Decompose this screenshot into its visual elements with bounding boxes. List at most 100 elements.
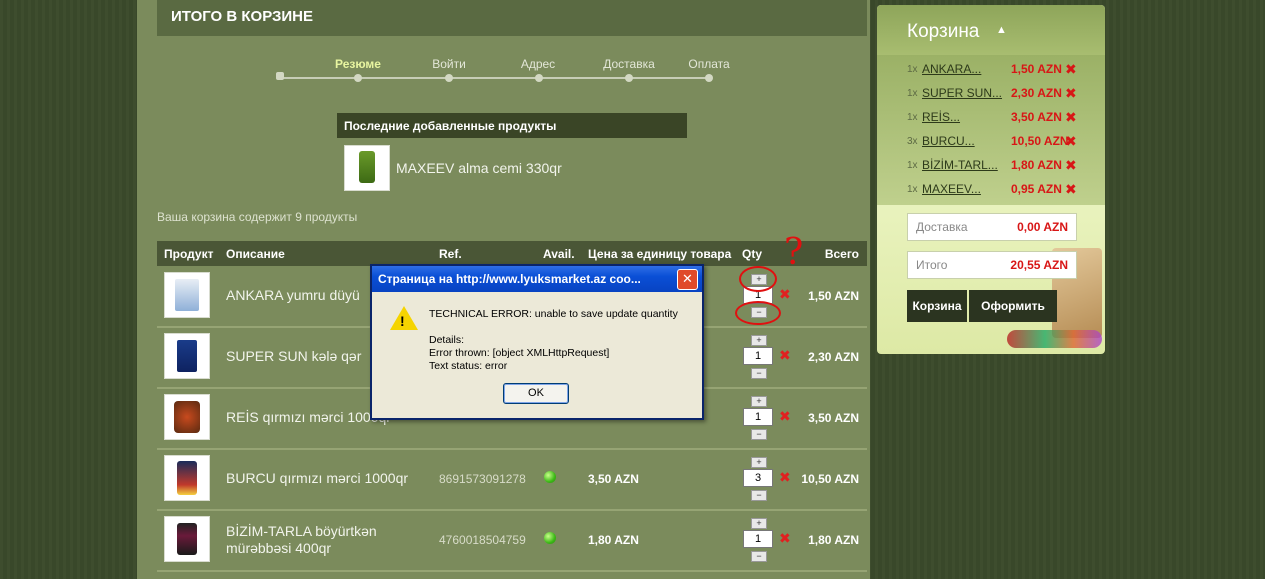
availability-icon	[544, 532, 556, 544]
side-item-link[interactable]: ANKARA...	[922, 62, 981, 76]
product-ref: 4760018504759	[439, 533, 526, 547]
product-thumbnail[interactable]	[164, 516, 210, 562]
product-thumbnail[interactable]	[164, 272, 210, 318]
table-row: BURCU qırmızı mərci 1000qr 8691573091278…	[157, 449, 867, 511]
row-total: 2,30 AZN	[808, 350, 859, 364]
delete-icon[interactable]: ✖	[779, 469, 791, 486]
col-product: Продукт	[164, 247, 214, 261]
side-item-qty: 1x	[907, 112, 918, 123]
delete-icon[interactable]: ✖	[779, 286, 791, 303]
step-dot-payment	[705, 74, 713, 82]
qty-input[interactable]: 1	[743, 530, 773, 548]
row-total: 1,80 AZN	[808, 533, 859, 547]
product-ref: 8691573091278	[439, 472, 526, 486]
side-item-qty: 1x	[907, 160, 918, 171]
side-item-qty: 1x	[907, 64, 918, 75]
total-summary: Итого 20,55 AZN	[907, 251, 1077, 279]
annotation-circle-plus	[739, 266, 777, 292]
step-login[interactable]: Войти	[409, 57, 489, 71]
product-thumbnail[interactable]	[164, 333, 210, 379]
qty-increase-button[interactable]: +	[751, 396, 767, 407]
product-image	[359, 151, 375, 183]
product-description[interactable]: BİZİM-TARLA böyürtkən mürəbbəsi 400qr	[226, 523, 426, 557]
side-item-link[interactable]: REİS...	[922, 110, 960, 124]
row-total: 1,50 AZN	[808, 289, 859, 303]
qty-decrease-button[interactable]: −	[751, 551, 767, 562]
step-dot-login	[445, 74, 453, 82]
qty-decrease-button[interactable]: −	[751, 368, 767, 379]
side-cart-title[interactable]: Корзина	[907, 21, 979, 43]
dialog-title: Страница на http://www.lyuksmarket.az co…	[378, 272, 641, 286]
side-item-link[interactable]: MAXEEV...	[922, 182, 981, 196]
total-label: Итого	[916, 258, 948, 272]
dialog-titlebar[interactable]: Страница на http://www.lyuksmarket.az co…	[372, 266, 702, 292]
collapse-arrow-icon[interactable]: ▲	[996, 24, 1007, 36]
checkout-button[interactable]: Оформить	[969, 290, 1057, 322]
alert-dialog: Страница на http://www.lyuksmarket.az co…	[370, 264, 704, 420]
step-summary[interactable]: Резюме	[318, 57, 398, 71]
page-title: ИТОГО В КОРЗИНЕ	[171, 8, 314, 25]
dialog-error-message: TECHNICAL ERROR: unable to save update q…	[429, 308, 678, 320]
remove-icon[interactable]: ✖	[1065, 61, 1077, 78]
recent-product-thumbnail[interactable]	[344, 145, 390, 191]
remove-icon[interactable]: ✖	[1065, 85, 1077, 102]
side-item-link[interactable]: SUPER SUN...	[922, 86, 1002, 100]
step-payment[interactable]: Оплата	[669, 57, 749, 71]
shipping-label: Доставка	[916, 220, 968, 234]
product-image	[177, 461, 197, 495]
col-total: Всего	[824, 247, 859, 261]
view-cart-button[interactable]: Корзина	[907, 290, 967, 322]
side-cart-header: Корзина ▲	[877, 5, 1105, 55]
close-icon[interactable]: ✕	[677, 269, 698, 290]
side-cart-panel: Корзина ▲ 1x ANKARA... 1,50 AZN ✖ 1x SUP…	[877, 5, 1105, 354]
side-item-qty: 1x	[907, 88, 918, 99]
product-thumbnail[interactable]	[164, 455, 210, 501]
side-item-price: 1,80 AZN	[1011, 158, 1062, 172]
qty-decrease-button[interactable]: −	[751, 490, 767, 501]
step-address[interactable]: Адрес	[498, 57, 578, 71]
qty-input[interactable]: 1	[743, 347, 773, 365]
side-cart-item: 1x REİS... 3,50 AZN ✖	[907, 109, 1077, 128]
step-dot-summary	[354, 74, 362, 82]
side-cart-item: 1x ANKARA... 1,50 AZN ✖	[907, 61, 1077, 80]
shipping-value: 0,00 AZN	[1017, 220, 1068, 234]
side-cart-item: 1x SUPER SUN... 2,30 AZN ✖	[907, 85, 1077, 104]
remove-icon[interactable]: ✖	[1065, 133, 1077, 150]
side-item-price: 0,95 AZN	[1011, 182, 1062, 196]
warning-exclamation: !	[400, 313, 405, 329]
qty-increase-button[interactable]: +	[751, 457, 767, 468]
checkout-progress-line	[280, 77, 710, 79]
dialog-details-label: Details:	[429, 334, 465, 346]
qty-increase-button[interactable]: +	[751, 335, 767, 346]
unit-price: 3,50 AZN	[588, 472, 639, 486]
product-thumbnail[interactable]	[164, 394, 210, 440]
step-shipping[interactable]: Доставка	[589, 57, 669, 71]
side-item-qty: 1x	[907, 184, 918, 195]
annotation-circle-minus	[735, 301, 781, 325]
availability-icon	[544, 471, 556, 483]
side-cart-items: 1x ANKARA... 1,50 AZN ✖ 1x SUPER SUN... …	[877, 55, 1105, 205]
side-cart-item: 3x BURCU... 10,50 AZN ✖	[907, 133, 1077, 152]
remove-icon[interactable]: ✖	[1065, 157, 1077, 174]
remove-icon[interactable]: ✖	[1065, 109, 1077, 126]
qty-input[interactable]: 1	[743, 408, 773, 426]
qty-increase-button[interactable]: +	[751, 518, 767, 529]
qty-input[interactable]: 3	[743, 469, 773, 487]
side-item-link[interactable]: BURCU...	[922, 134, 975, 148]
product-image	[177, 523, 197, 555]
side-item-price: 3,50 AZN	[1011, 110, 1062, 124]
product-description[interactable]: BURCU qırmızı mərci 1000qr	[226, 470, 426, 487]
recent-product-name[interactable]: MAXEEV alma cemi 330qr	[396, 160, 562, 176]
side-item-price: 1,50 AZN	[1011, 62, 1062, 76]
ok-button[interactable]: OK	[503, 383, 569, 404]
cart-count-text: Ваша корзина содержит 9 продукты	[157, 210, 358, 224]
side-item-link[interactable]: BİZİM-TARL...	[922, 158, 998, 172]
delete-icon[interactable]: ✖	[779, 408, 791, 425]
qty-decrease-button[interactable]: −	[751, 429, 767, 440]
remove-icon[interactable]: ✖	[1065, 181, 1077, 198]
recent-products-title: Последние добавленные продукты	[337, 113, 687, 138]
col-description: Описание	[226, 247, 285, 261]
delete-icon[interactable]: ✖	[779, 530, 791, 547]
delete-icon[interactable]: ✖	[779, 347, 791, 364]
unit-price: 1,80 AZN	[588, 533, 639, 547]
